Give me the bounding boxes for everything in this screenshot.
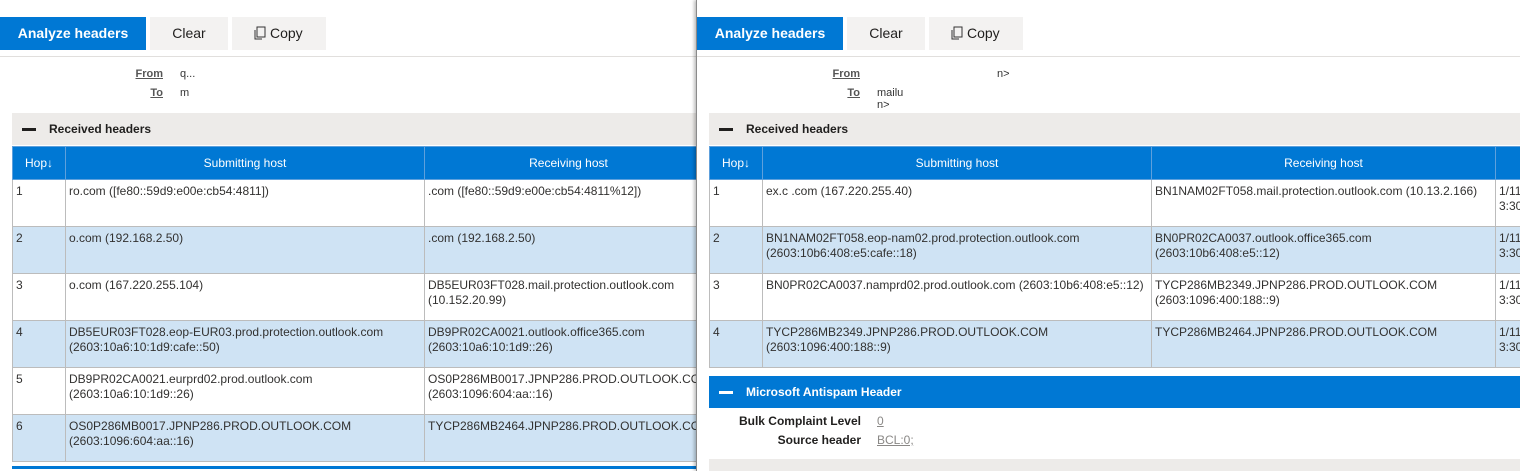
receiving-host-cell: OS0P286MB0017.JPNP286.PROD.OUTLOOK.COM (…	[424, 367, 696, 415]
analyze-headers-button[interactable]: Analyze headers	[0, 17, 146, 50]
extra-column-header[interactable]	[1495, 146, 1520, 180]
received-headers-section[interactable]: Received headers	[709, 113, 1520, 145]
copy-icon	[254, 26, 266, 40]
toolbar: Analyze headers Clear Copy	[0, 17, 696, 50]
from-value: n>	[997, 68, 1010, 80]
clear-button[interactable]: Clear	[847, 17, 925, 50]
hop-cell: 1	[12, 179, 66, 227]
table-header-row: Hop↓ Submitting host Receiving host	[709, 146, 1520, 180]
table-row: 1 ro.com ([fe80::59d9:e00e:cb54:4811]) .co…	[12, 179, 696, 227]
submitting-host-column-header[interactable]: Submitting host	[762, 146, 1152, 180]
bcl-label: Bulk Complaint Level	[738, 414, 861, 428]
source-header-value[interactable]: BCL:0;	[877, 433, 914, 447]
from-value: q...	[180, 68, 196, 80]
date-cell: 1/11 3:30	[1495, 179, 1520, 227]
hop-cell: 6	[12, 414, 66, 462]
submitting-host-cell: DB5EUR03FT028.eop-EUR03.prod.protection.…	[65, 320, 425, 368]
table-row: 5 DB9PR02CA0021.eurprd02.prod.outlook.com…	[12, 367, 696, 415]
received-headers-table: Hop↓ Submitting host Receiving host 1 ex.…	[709, 146, 1520, 368]
submitting-host-column-header[interactable]: Submitting host	[65, 146, 425, 180]
to-value: m	[180, 87, 190, 99]
right-analyzer-panel: Analyze headers Clear Copy From n> To ma…	[696, 0, 1520, 471]
from-label: From	[832, 68, 861, 80]
toolbar-divider	[697, 56, 1520, 57]
clear-button[interactable]: Clear	[150, 17, 228, 50]
hop-cell: 3	[709, 273, 763, 321]
toolbar: Analyze headers Clear Copy	[697, 17, 1520, 50]
hop-cell: 2	[12, 226, 66, 274]
table-row: 3 BN0PR02CA0037.namprd02.prod.outlook.com…	[709, 273, 1520, 321]
date-cell: 1/11 3:30	[1495, 226, 1520, 274]
table-header-row: Hop↓ Submitting host Receiving host	[12, 146, 696, 180]
received-headers-section[interactable]: Received headers	[12, 113, 696, 145]
toolbar-divider	[0, 56, 696, 57]
receiving-host-column-header[interactable]: Receiving host	[1151, 146, 1496, 180]
table-row: 2 BN1NAM02FT058.eop-nam02.prod.protection…	[709, 226, 1520, 274]
submitting-host-cell: o.com (192.168.2.50)	[65, 226, 425, 274]
collapse-icon[interactable]	[719, 391, 733, 394]
collapse-icon[interactable]	[719, 128, 733, 131]
receiving-host-cell: .com ([fe80::59d9:e00e:cb54:4811%12])	[424, 179, 696, 227]
received-headers-table: Hop↓ Submitting host Receiving host 1 ro.…	[12, 146, 696, 462]
submitting-host-cell: o.com (167.220.255.104)	[65, 273, 425, 321]
submitting-host-cell: TYCP286MB2349.JPNP286.PROD.OUTLOOK.COM (…	[762, 320, 1152, 368]
bcl-row: Bulk Complaint Level 0	[697, 414, 884, 430]
hop-column-header[interactable]: Hop↓	[12, 146, 66, 180]
receiving-host-cell: BN0PR02CA0037.outlook.office365.com (260…	[1151, 226, 1496, 274]
copy-label: Copy	[967, 25, 1000, 41]
submitting-host-cell: OS0P286MB0017.JPNP286.PROD.OUTLOOK.COM (…	[65, 414, 425, 462]
submitting-host-cell: DB9PR02CA0021.eurprd02.prod.outlook.com …	[65, 367, 425, 415]
section-title: Microsoft Antispam Header	[746, 385, 902, 399]
hop-cell: 4	[709, 320, 763, 368]
hop-cell: 2	[709, 226, 763, 274]
to-value: mailu n>	[877, 87, 904, 111]
copy-label: Copy	[270, 25, 303, 41]
source-header-row: Source header BCL:0;	[697, 433, 914, 449]
table-row: 3 o.com (167.220.255.104) DB5EUR03FT028.ma…	[12, 273, 696, 321]
next-section-bar	[709, 459, 1520, 471]
antispam-section[interactable]: Microsoft Antispam Header	[709, 376, 1520, 408]
receiving-host-column-header[interactable]: Receiving host	[424, 146, 696, 180]
date-cell: 1/11 3:30	[1495, 320, 1520, 368]
bcl-value[interactable]: 0	[877, 414, 884, 428]
date-cell: 1/11 3:30	[1495, 273, 1520, 321]
table-row: 4 DB5EUR03FT028.eop-EUR03.prod.protection…	[12, 320, 696, 368]
submitting-host-cell: ex.c .com (167.220.255.40)	[762, 179, 1152, 227]
table-row: 6 OS0P286MB0017.JPNP286.PROD.OUTLOOK.COM …	[12, 414, 696, 462]
hop-column-header[interactable]: Hop↓	[709, 146, 763, 180]
from-label: From	[135, 68, 164, 80]
receiving-host-cell: DB5EUR03FT028.mail.protection.outlook.co…	[424, 273, 696, 321]
submitting-host-cell: BN0PR02CA0037.namprd02.prod.outlook.com …	[762, 273, 1152, 321]
submitting-host-cell: ro.com ([fe80::59d9:e00e:cb54:4811])	[65, 179, 425, 227]
to-label: To	[150, 87, 163, 99]
table-row: 1 ex.c .com (167.220.255.40) BN1NAM02FT058…	[709, 179, 1520, 227]
collapse-icon[interactable]	[22, 128, 36, 131]
section-bottom-border	[12, 466, 696, 469]
receiving-host-cell: TYCP286MB2349.JPNP286.PROD.OUTLOOK.COM (…	[1151, 273, 1496, 321]
left-analyzer-panel: Analyze headers Clear Copy From q... To …	[0, 0, 696, 471]
hop-cell: 3	[12, 273, 66, 321]
receiving-host-cell: BN1NAM02FT058.mail.protection.outlook.co…	[1151, 179, 1496, 227]
submitting-host-cell: BN1NAM02FT058.eop-nam02.prod.protection.…	[762, 226, 1152, 274]
to-label: To	[847, 87, 860, 99]
copy-button[interactable]: Copy	[232, 17, 326, 50]
analyze-headers-button[interactable]: Analyze headers	[697, 17, 843, 50]
table-row: 2 o.com (192.168.2.50) .com (192.168.2.50)	[12, 226, 696, 274]
source-header-label: Source header	[777, 433, 861, 447]
receiving-host-cell: .com (192.168.2.50)	[424, 226, 696, 274]
hop-cell: 4	[12, 320, 66, 368]
receiving-host-cell: DB9PR02CA0021.outlook.office365.com (260…	[424, 320, 696, 368]
hop-cell: 1	[709, 179, 763, 227]
section-title: Received headers	[746, 122, 849, 136]
receiving-host-cell: TYCP286MB2464.JPNP286.PROD.OUTLOOK.COM	[1151, 320, 1496, 368]
section-title: Received headers	[49, 122, 152, 136]
table-row: 4 TYCP286MB2349.JPNP286.PROD.OUTLOOK.COM …	[709, 320, 1520, 368]
hop-cell: 5	[12, 367, 66, 415]
copy-button[interactable]: Copy	[929, 17, 1023, 50]
copy-icon	[951, 26, 963, 40]
receiving-host-cell: TYCP286MB2464.JPNP286.PROD.OUTLOOK.COM	[424, 414, 696, 462]
